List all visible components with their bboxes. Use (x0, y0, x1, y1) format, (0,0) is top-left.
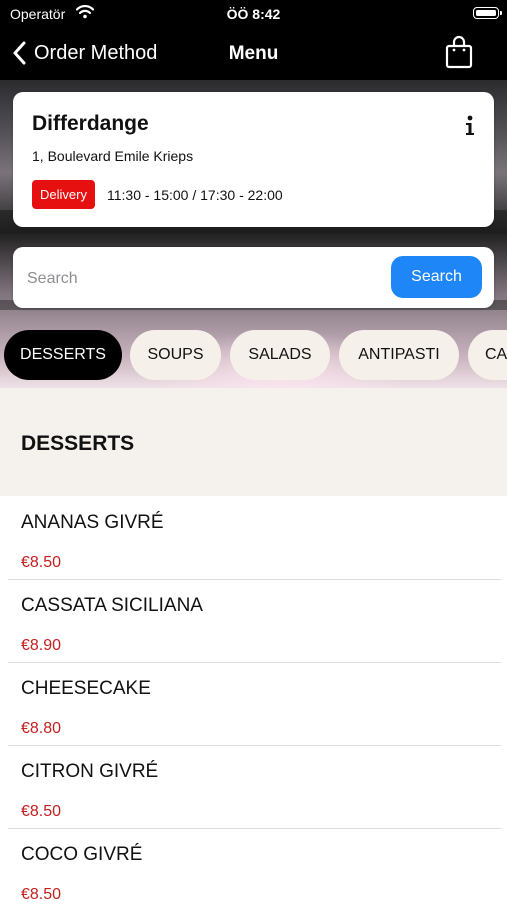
menu-item[interactable]: ANANAS GIVRÉ €8.50 (0, 497, 507, 580)
search-button[interactable]: Search (391, 256, 482, 298)
section-title: DESSERTS (21, 432, 135, 455)
menu-item-price: €8.80 (21, 720, 62, 737)
store-card: Differdange 1, Boulevard Emile Krieps De… (13, 92, 494, 227)
search-bar: Search (13, 247, 494, 308)
menu-item[interactable]: CASSATA SICILIANA €8.90 (0, 580, 507, 663)
info-button[interactable] (463, 112, 477, 138)
category-tab-salads[interactable]: SALADS (230, 330, 330, 380)
menu-item-name: CITRON GIVRÉ (21, 761, 159, 782)
menu-item-price: €8.50 (21, 554, 62, 571)
store-name: Differdange (32, 112, 149, 135)
category-tab-antipasti[interactable]: ANTIPASTI (339, 330, 459, 380)
menu-item-price: €8.50 (21, 886, 62, 903)
cart-button[interactable] (445, 35, 473, 74)
status-bar: Operatör ÖÖ 8:42 (0, 0, 507, 30)
menu-item-name: CHEESECAKE (21, 678, 151, 699)
shopping-bag-icon (445, 35, 473, 69)
category-tab-partial[interactable]: CA (468, 330, 507, 380)
category-tabs: DESSERTS SOUPS SALADS ANTIPASTI CA (0, 330, 507, 380)
menu-item-name: ANANAS GIVRÉ (21, 512, 164, 533)
menu-item-name: COCO GIVRÉ (21, 844, 143, 865)
navigation-bar: Order Method Menu (0, 30, 507, 80)
store-address: 1, Boulevard Emile Krieps (32, 148, 194, 164)
section-header: DESSERTS (0, 388, 507, 496)
status-time: ÖÖ 8:42 (226, 6, 281, 22)
delivery-badge: Delivery (32, 180, 95, 209)
category-tab-soups[interactable]: SOUPS (130, 330, 221, 380)
back-button[interactable]: Order Method (12, 38, 157, 68)
back-label: Order Method (34, 41, 158, 64)
chevron-left-icon (13, 41, 26, 65)
opening-hours: 11:30 - 15:00 / 17:30 - 22:00 (107, 187, 283, 203)
menu-item-price: €8.90 (21, 637, 62, 654)
menu-item[interactable]: CHEESECAKE €8.80 (0, 663, 507, 746)
info-icon (466, 115, 474, 135)
category-tab-desserts[interactable]: DESSERTS (4, 330, 122, 380)
search-input[interactable] (25, 261, 389, 297)
menu-item[interactable]: CITRON GIVRÉ €8.50 (0, 746, 507, 829)
menu-item-name: CASSATA SICILIANA (21, 595, 203, 616)
menu-item-price: €8.50 (21, 803, 62, 820)
battery-icon (473, 7, 502, 19)
